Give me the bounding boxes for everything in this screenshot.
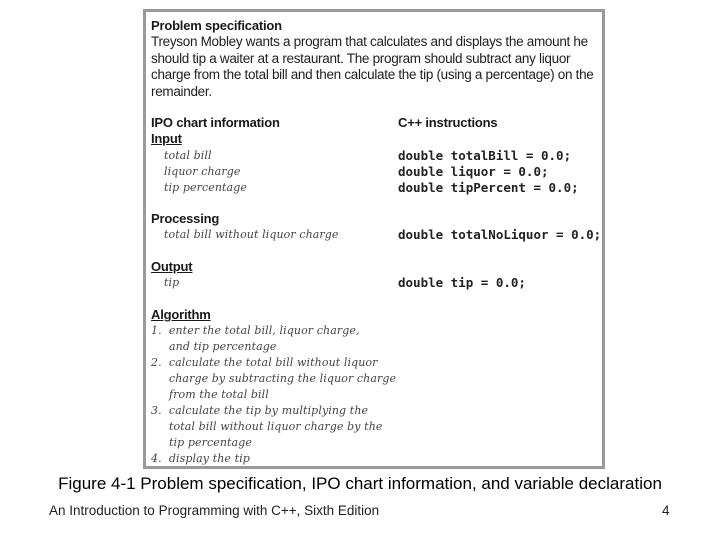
input-item: total bill — [164, 149, 212, 162]
algorithm-line: and tip percentage — [151, 340, 277, 353]
input-item: liquor charge — [164, 165, 241, 178]
problem-spec-line: should tip a waiter at a restaurant. The… — [151, 50, 571, 66]
code-line: double totalBill = 0.0; — [398, 148, 572, 163]
processing-item: total bill without liquor charge — [164, 228, 339, 241]
algorithm-line: from the total bill — [151, 388, 269, 401]
input-item: tip percentage — [164, 181, 247, 194]
problem-spec-line: remainder. — [151, 83, 212, 99]
output-heading: Output — [151, 259, 193, 274]
algorithm-heading: Algorithm — [151, 307, 211, 322]
code-line: double tipPercent = 0.0; — [398, 180, 579, 195]
book-title: An Introduction to Programming with C++,… — [49, 503, 380, 518]
algorithm-line: 1. enter the total bill, liquor charge, — [151, 324, 360, 337]
cpp-instructions-heading: C++ instructions — [398, 115, 498, 130]
algorithm-line: tip percentage — [151, 436, 252, 449]
figure-box: Problem specification Treyson Mobley wan… — [143, 9, 605, 469]
page-number: 4 — [662, 503, 670, 518]
problem-spec-line: charge from the total bill and then calc… — [151, 67, 594, 82]
input-heading: Input — [151, 131, 182, 146]
algorithm-line: 2. calculate the total bill without liqu… — [151, 356, 378, 369]
processing-heading: Processing — [151, 211, 220, 226]
algorithm-line: 4. display the tip — [151, 452, 250, 465]
figure-caption: Figure 4-1 Problem specification, IPO ch… — [58, 474, 662, 493]
code-line: double totalNoLiquor = 0.0; — [398, 227, 602, 242]
problem-spec-line: Treyson Mobley wants a program that calc… — [151, 34, 588, 49]
algorithm-line: 3. calculate the tip by multiplying the — [151, 404, 369, 417]
problem-spec-heading: Problem specification — [151, 18, 282, 33]
algorithm-line: charge by subtracting the liquor charge — [151, 372, 397, 385]
algorithm-line: total bill without liquor charge by the — [151, 420, 383, 433]
code-line: double tip = 0.0; — [398, 275, 526, 290]
ipo-chart-heading: IPO chart information — [151, 115, 280, 130]
code-line: double liquor = 0.0; — [398, 164, 549, 179]
output-item: tip — [164, 276, 180, 289]
